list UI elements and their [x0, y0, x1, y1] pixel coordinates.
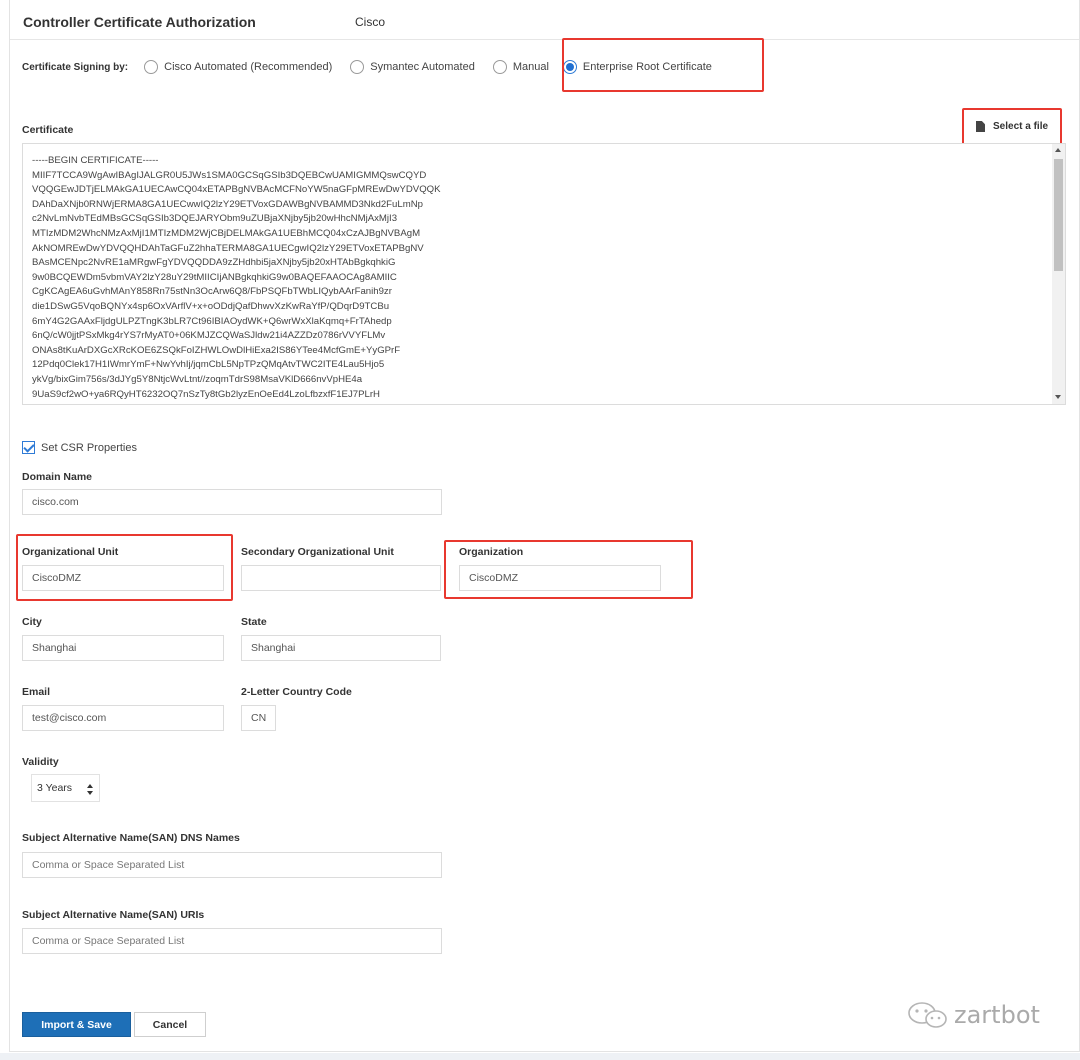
radio-circle[interactable] [350, 60, 365, 74]
country-code-input[interactable]: CN [241, 705, 276, 731]
email-input[interactable]: test@cisco.com [22, 705, 224, 731]
highlight-org-unit [16, 534, 233, 601]
secondary-org-unit-input[interactable] [241, 565, 441, 591]
highlight-organization [444, 540, 693, 599]
bottom-strip [0, 1053, 1080, 1060]
radio-symantec-automated[interactable]: Symantec Automated [350, 60, 475, 74]
city-label: City [22, 616, 42, 628]
certificate-label: Certificate [22, 124, 74, 136]
san-uri-label: Subject Alternative Name(SAN) URIs [22, 909, 205, 921]
cancel-button[interactable]: Cancel [134, 1012, 206, 1037]
radio-label: Cisco Automated (Recommended) [164, 61, 333, 73]
validity-value: 3 Years [37, 782, 73, 794]
radio-label: Manual [512, 61, 549, 73]
validity-select[interactable]: 3 Years [31, 774, 100, 802]
csr-checkbox-label: Set CSR Properties [41, 441, 137, 454]
state-input[interactable]: Shanghai [241, 635, 441, 661]
import-save-button[interactable]: Import & Save [22, 1012, 131, 1037]
panel-header: Controller Certificate Authorization Cis… [10, 0, 1079, 40]
scroll-up-icon[interactable] [1055, 148, 1061, 152]
certificate-text: -----BEGIN CERTIFICATE----- MIIF7TCCA9Wg… [32, 155, 441, 400]
set-csr-properties[interactable]: Set CSR Properties [22, 441, 137, 454]
radio-circle[interactable] [492, 60, 507, 74]
email-label: Email [22, 686, 51, 698]
certificate-scrollbar[interactable] [1052, 144, 1065, 404]
country-code-label: 2-Letter Country Code [241, 686, 352, 698]
watermark-text: zartbot [954, 1001, 1040, 1029]
city-input[interactable]: Shanghai [22, 635, 224, 661]
radio-manual[interactable]: Manual [492, 60, 549, 74]
vendor-label: Cisco [355, 15, 386, 29]
domain-label: Domain Name [22, 471, 93, 483]
watermark: zartbot [906, 1000, 1040, 1030]
san-uri-input[interactable]: Comma or Space Separated List [22, 928, 442, 954]
radio-circle[interactable] [144, 60, 159, 74]
secondary-org-unit-label: Secondary Organizational Unit [241, 546, 394, 558]
domain-input[interactable]: cisco.com [22, 489, 442, 515]
san-dns-label: Subject Alternative Name(SAN) DNS Names [22, 832, 240, 844]
scroll-thumb[interactable] [1054, 159, 1063, 271]
radio-cisco-automated[interactable]: Cisco Automated (Recommended) [144, 60, 332, 74]
csr-checkbox[interactable] [22, 441, 35, 454]
page-title: Controller Certificate Authorization [23, 14, 256, 30]
state-label: State [241, 616, 267, 628]
validity-label: Validity [22, 756, 59, 768]
scroll-down-icon[interactable] [1055, 395, 1061, 399]
radio-label: Symantec Automated [370, 61, 475, 73]
select-arrows-icon [87, 784, 93, 795]
san-dns-input[interactable]: Comma or Space Separated List [22, 852, 442, 878]
chat-bubbles-icon [908, 1002, 947, 1028]
signing-label: Certificate Signing by: [22, 61, 129, 73]
highlight-enterprise-root [562, 38, 764, 92]
certificate-textarea[interactable]: -----BEGIN CERTIFICATE----- MIIF7TCCA9Wg… [22, 143, 1066, 405]
highlight-select-file [962, 108, 1062, 146]
